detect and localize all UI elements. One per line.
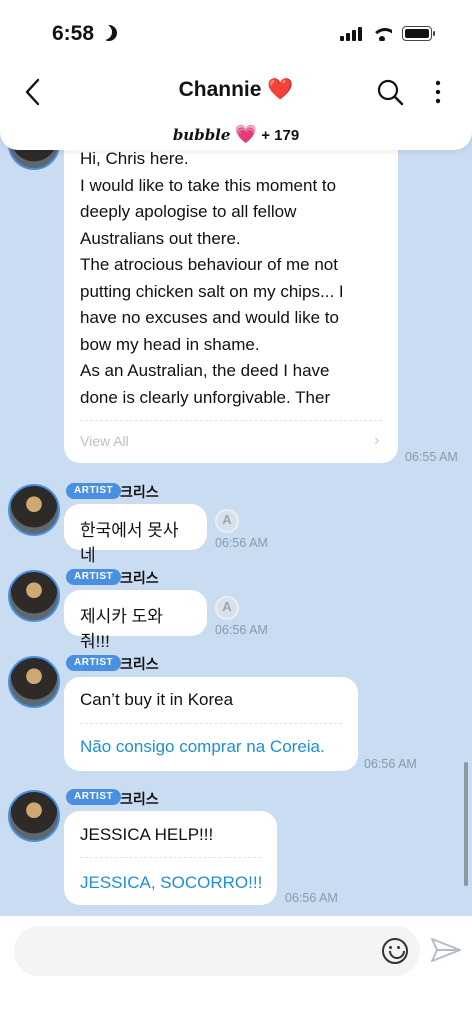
message-bubble[interactable]: 제시카 도와줘!!! bbox=[64, 590, 207, 651]
message-time: 06:56 AM bbox=[215, 623, 268, 637]
title-text: Channie bbox=[178, 78, 262, 101]
message-text: 한국에서 못사네 bbox=[80, 521, 179, 565]
message-line: deeply apologise to all fellow bbox=[80, 202, 297, 221]
artist-badge: ARTIST bbox=[66, 789, 122, 805]
message-line: The atrocious behaviour of me not bbox=[80, 255, 338, 274]
subscriber-count: + 179 bbox=[261, 127, 300, 144]
avatar[interactable] bbox=[8, 656, 60, 708]
message-line: Australians out there. bbox=[80, 228, 241, 248]
avatar[interactable] bbox=[8, 484, 60, 536]
message-text: 제시카 도와줘!!! bbox=[80, 607, 163, 651]
status-time: 6:58 bbox=[52, 22, 95, 45]
translate-icon[interactable] bbox=[215, 509, 239, 533]
view-all-link[interactable]: View All bbox=[80, 433, 129, 449]
moon-icon bbox=[101, 25, 117, 41]
emoji-icon[interactable] bbox=[382, 938, 408, 964]
message-time: 06:55 AM bbox=[405, 450, 458, 464]
message-time: 06:56 AM bbox=[364, 757, 417, 771]
message-line: As an Australian, the deed I have bbox=[80, 361, 330, 380]
battery-icon bbox=[402, 26, 435, 41]
message-line: putting chicken salt on my chips... I bbox=[80, 281, 344, 301]
scrollbar[interactable] bbox=[464, 762, 468, 886]
sender-name: 크리스 bbox=[120, 656, 159, 672]
signal-icon bbox=[340, 26, 362, 41]
avatar[interactable] bbox=[8, 790, 60, 842]
bubble-brand: bubble bbox=[172, 126, 231, 144]
translated-text: Não consigo comprar na Coreia. bbox=[80, 737, 325, 756]
message-line: have no excuses and would like to bbox=[80, 308, 339, 327]
chevron-right-icon[interactable]: › bbox=[374, 432, 379, 450]
artist-badge: ARTIST bbox=[66, 483, 122, 499]
message-input[interactable] bbox=[14, 926, 420, 976]
artist-badge: ARTIST bbox=[66, 655, 122, 671]
sender-name: 크리스 bbox=[120, 484, 159, 500]
message-bubble-translated[interactable]: Can’t buy it in Korea Não consigo compra… bbox=[64, 677, 358, 771]
translate-icon[interactable] bbox=[215, 596, 239, 620]
header: 6:58 Channie ❤️ bubble 💗 + 179 bbox=[0, 0, 472, 150]
message-line: I would like to take this moment to bbox=[80, 175, 337, 195]
message-line: done is clearly unforgivable. Ther bbox=[80, 387, 331, 407]
avatar[interactable] bbox=[8, 570, 60, 622]
status-icons bbox=[340, 26, 435, 41]
more-vertical-icon[interactable] bbox=[430, 78, 446, 106]
bubble-subline: bubble 💗 + 179 bbox=[0, 124, 472, 145]
message-bubble-translated[interactable]: JESSICA HELP!!! JESSICA, SOCORRO!!! bbox=[64, 811, 277, 905]
wifi-icon bbox=[372, 27, 392, 41]
send-icon[interactable] bbox=[430, 936, 462, 964]
heart-emoji: ❤️ bbox=[267, 78, 294, 101]
message-bubble[interactable]: 한국에서 못사네 bbox=[64, 504, 207, 565]
sender-name: 크리스 bbox=[120, 570, 159, 586]
artist-badge: ARTIST bbox=[66, 569, 122, 585]
message-time: 06:56 AM bbox=[215, 536, 268, 550]
message-bubble-long[interactable]: Hi, Chris here. I would like to take thi… bbox=[64, 120, 398, 463]
message-text: Can’t buy it in Korea bbox=[80, 690, 234, 709]
message-text: JESSICA HELP!!! bbox=[80, 825, 214, 844]
message-line: bow my head in shame. bbox=[80, 334, 260, 354]
composer bbox=[0, 916, 472, 1024]
translated-text: JESSICA, SOCORRO!!! bbox=[80, 873, 263, 892]
sender-name: 크리스 bbox=[120, 791, 159, 807]
search-icon[interactable] bbox=[376, 78, 404, 106]
pink-heart-emoji: 💗 bbox=[234, 124, 258, 144]
message-time: 06:56 AM bbox=[285, 891, 338, 905]
